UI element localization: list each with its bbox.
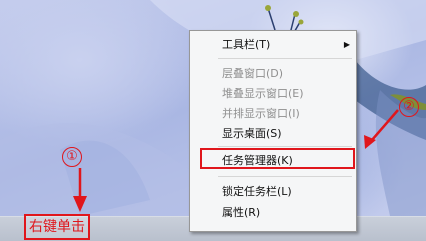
arrow-diagonal-icon — [371, 109, 399, 141]
arrow-head-icon — [73, 196, 87, 212]
annotation-arrows — [73, 109, 399, 212]
